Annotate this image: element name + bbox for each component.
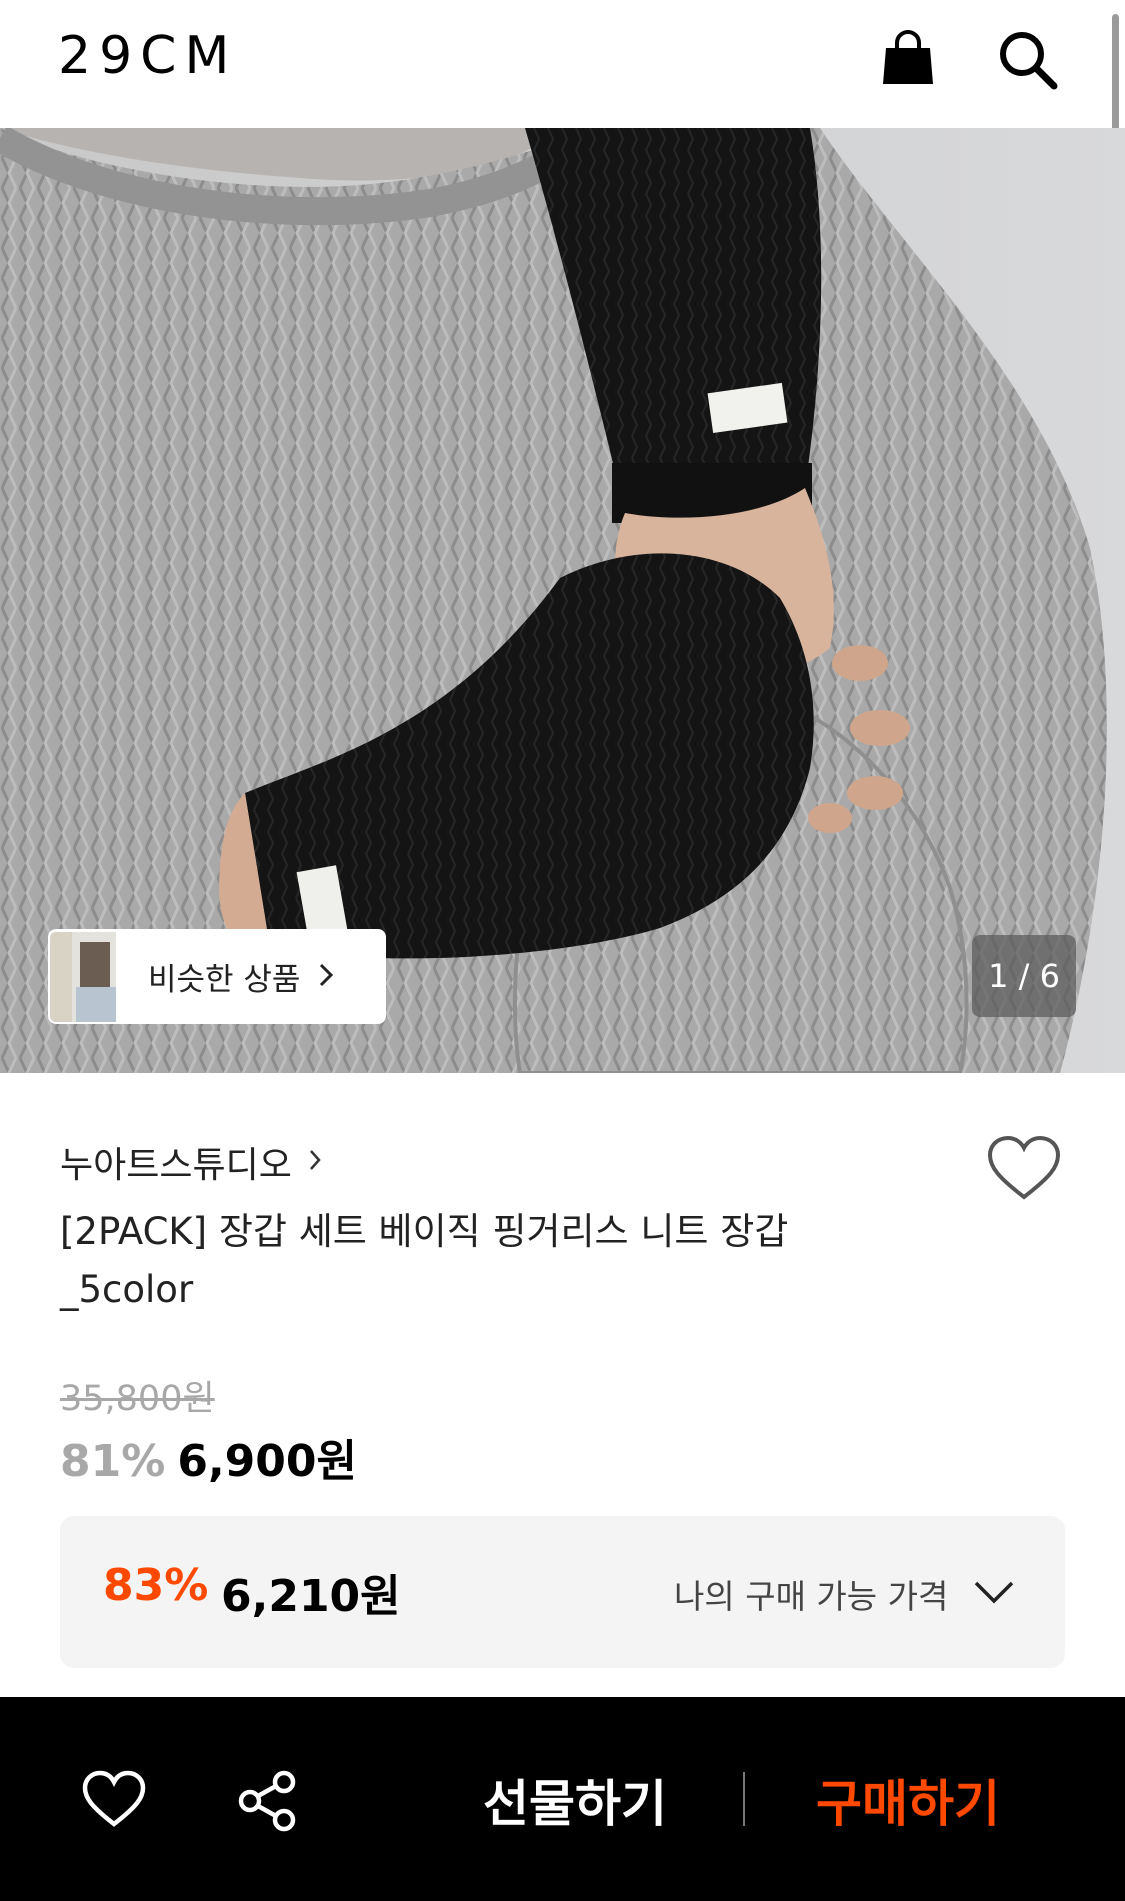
buy-button[interactable]: 구매하기 [816,1764,1000,1836]
my-discount-rate: 83% [103,1560,209,1611]
app-header: 29CM [0,0,1125,128]
chevron-down-icon[interactable] [972,1578,1016,1610]
discount-rate: 81% [60,1436,166,1487]
product-title: [2PACK] 장갑 세트 베이직 핑거리스 니트 장갑 _5color [60,1210,789,1311]
sale-price: 6,900원 [177,1436,357,1487]
similar-product-thumbnail [50,931,116,1022]
heart-icon[interactable] [984,1133,1064,1203]
sale-price-row: 81% 6,900원 [60,1425,357,1489]
similar-products-label: 비슷한 상품 [148,962,301,998]
gift-button[interactable]: 선물하기 [483,1764,667,1836]
image-counter: 1 / 6 [972,935,1076,1017]
shopping-bag-icon[interactable] [878,28,938,88]
chevron-right-icon [318,962,334,992]
my-price-label: 나의 구매 가능 가격 [674,1577,949,1616]
chevron-right-icon [308,1148,322,1176]
divider [743,1772,745,1826]
brand-name: 누아트스튜디오 [60,1145,292,1186]
bottom-action-bar: 선물하기 구매하기 [0,1697,1125,1901]
share-icon[interactable] [236,1769,300,1833]
search-icon[interactable] [996,28,1058,90]
original-price: 35,800원 [60,1379,215,1419]
my-purchase-price-box[interactable]: 83% 6,210원 나의 구매 가능 가격 [60,1516,1065,1668]
similar-products-button[interactable]: 비슷한 상품 [48,929,386,1024]
logo[interactable]: 29CM [58,24,237,88]
brand-link[interactable]: 누아트스튜디오 [60,1136,322,1188]
heart-icon[interactable] [81,1769,147,1829]
my-price: 6,210원 [221,1571,401,1622]
